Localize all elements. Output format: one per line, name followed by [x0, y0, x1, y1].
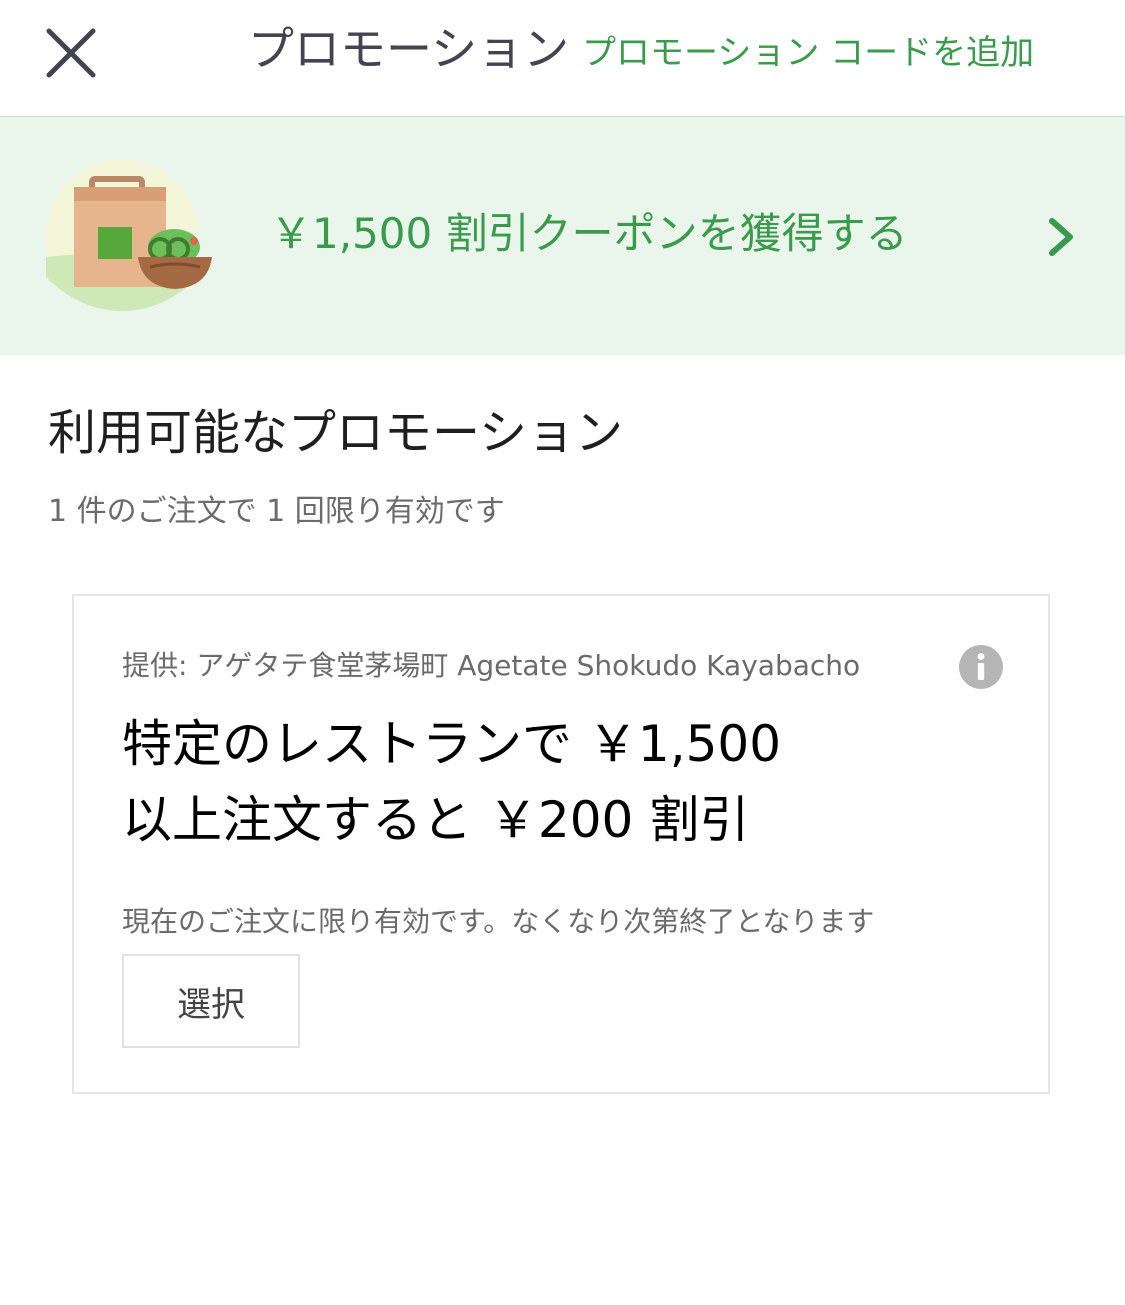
promo-card: 提供: アゲタテ食堂茅場町 Agetate Shokudo Kayabacho …: [72, 594, 1050, 1094]
promo-headline: 特定のレストランで ￥1,500 以上注文すると ￥200 割引: [122, 706, 942, 858]
promo-provider: 提供: アゲタテ食堂茅場町 Agetate Shokudo Kayabacho: [122, 649, 861, 682]
chevron-right-icon: [1049, 218, 1073, 256]
coupon-banner-text: ￥1,500 割引クーポンを獲得する: [270, 209, 908, 258]
info-icon: [959, 645, 1003, 689]
promo-headline-line-1: 特定のレストランで ￥1,500: [122, 715, 782, 773]
available-promotions-heading: 利用可能なプロモーション: [48, 405, 624, 461]
top-bar: プロモーション プロモーション コードを追加: [0, 0, 1125, 117]
promo-headline-line-2: 以上注文すると ￥200 割引: [122, 791, 750, 849]
close-button[interactable]: [38, 20, 104, 86]
promo-validity-note: 現在のご注文に限り有効です。なくなり次第終了となります: [122, 905, 875, 938]
available-promotions-subtitle: 1 件のご注文で 1 回限り有効です: [48, 494, 505, 529]
select-promo-button[interactable]: 選択: [122, 954, 300, 1048]
close-icon: [46, 28, 96, 78]
add-promo-code-button[interactable]: プロモーション コードを追加: [582, 28, 1034, 78]
page-title: プロモーション: [248, 22, 570, 76]
coupon-banner[interactable]: ￥1,500 割引クーポンを獲得する: [0, 117, 1125, 355]
grocery-bag-salad-illustration: [46, 159, 212, 311]
info-button[interactable]: [958, 644, 1004, 690]
